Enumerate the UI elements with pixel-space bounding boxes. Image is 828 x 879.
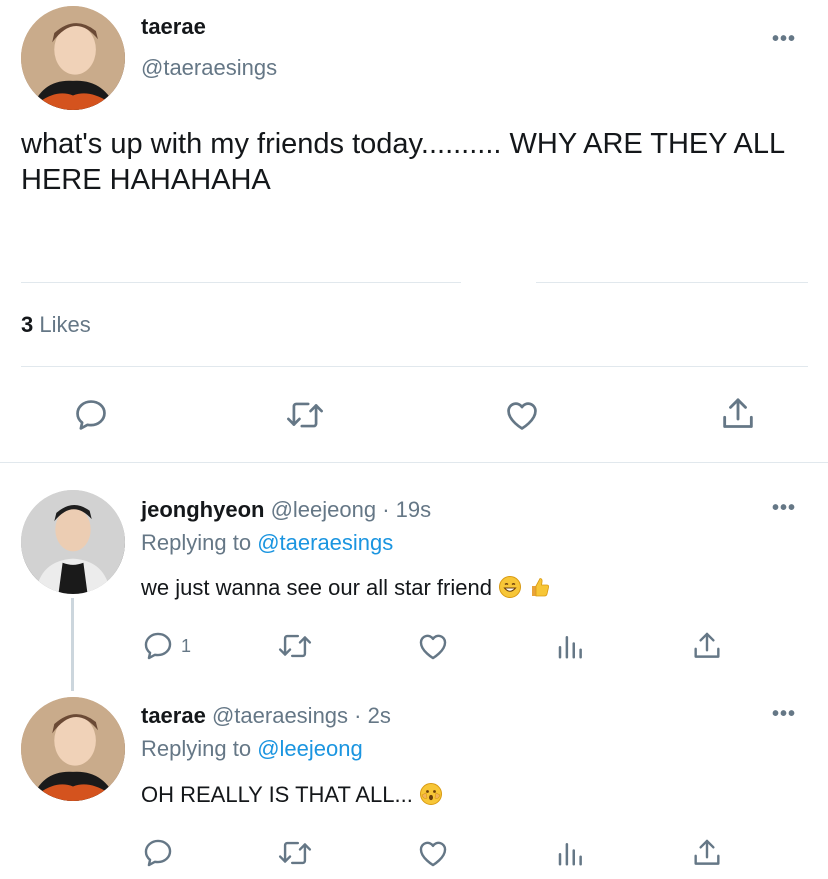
reply-icon — [144, 632, 172, 660]
likes-row[interactable]: 3 Likes — [21, 312, 91, 338]
share-button[interactable] — [690, 629, 724, 663]
reply-time: · 2s — [354, 703, 391, 728]
reply-author-handle[interactable]: @taeraesings — [212, 703, 348, 728]
like-icon — [419, 841, 447, 867]
analytics-button[interactable] — [555, 838, 585, 868]
reply-header[interactable]: jeonghyeon @leejeong · 19s — [141, 497, 431, 523]
author-avatar[interactable] — [21, 6, 125, 110]
thumbs-up-icon — [532, 578, 550, 597]
reply-avatar[interactable] — [21, 697, 125, 801]
retweet-button[interactable] — [284, 396, 326, 434]
avatar-image — [21, 697, 125, 801]
shocked-face-icon — [420, 783, 442, 805]
replying-to-prefix: Replying to — [141, 736, 252, 761]
reply-time: · 19s — [382, 497, 432, 522]
retweet-icon — [287, 402, 323, 428]
analytics-icon — [558, 636, 582, 659]
divider — [536, 282, 808, 283]
replying-to: Replying to @taeraesings — [141, 530, 393, 556]
like-icon — [419, 634, 447, 660]
replying-to-prefix: Replying to — [141, 530, 252, 555]
like-button[interactable] — [502, 396, 542, 434]
divider — [21, 366, 808, 367]
reply-avatar[interactable] — [21, 490, 125, 594]
more-icon[interactable]: ••• — [772, 703, 796, 726]
tweet-text: what's up with my friends today.........… — [21, 128, 785, 196]
reply-author-name[interactable]: jeonghyeon — [141, 497, 264, 522]
like-button[interactable] — [415, 836, 451, 870]
reply-text-body: we just wanna see our all star friend — [141, 575, 492, 600]
analytics-icon — [558, 843, 582, 866]
divider — [21, 282, 461, 283]
like-icon — [507, 402, 537, 430]
replying-to-link[interactable]: @leejeong — [257, 736, 363, 761]
reply-button[interactable] — [72, 396, 110, 434]
author-name[interactable]: taerae — [141, 14, 206, 40]
reply-button[interactable]: 1 — [141, 629, 191, 663]
likes-count: 3 — [21, 312, 34, 337]
reply-icon — [76, 400, 106, 430]
retweet-button[interactable] — [276, 836, 314, 870]
share-icon — [694, 839, 720, 865]
avatar-image — [21, 490, 125, 594]
share-button[interactable] — [718, 394, 758, 434]
reply-count: 1 — [181, 635, 192, 656]
analytics-button[interactable] — [555, 631, 585, 661]
share-icon — [723, 398, 753, 428]
reply-header[interactable]: taerae @taeraesings · 2s — [141, 703, 391, 729]
more-icon[interactable]: ••• — [772, 28, 796, 51]
like-button[interactable] — [415, 629, 451, 663]
reply-button[interactable] — [141, 836, 175, 870]
share-button[interactable] — [690, 836, 724, 870]
more-icon[interactable]: ••• — [772, 497, 796, 520]
divider — [0, 462, 828, 463]
share-icon — [694, 632, 720, 658]
reply-text-body: OH REALLY IS THAT ALL... — [141, 782, 413, 807]
retweet-icon — [278, 841, 312, 865]
replying-to: Replying to @leejeong — [141, 736, 363, 762]
reply-author-handle[interactable]: @leejeong — [271, 497, 377, 522]
reply-author-name[interactable]: taerae — [141, 703, 206, 728]
thread-connector — [71, 598, 74, 691]
retweet-icon — [278, 634, 312, 658]
likes-label: Likes — [39, 312, 91, 337]
reply-text: OH REALLY IS THAT ALL... — [141, 782, 443, 808]
reply-icon — [144, 839, 172, 867]
avatar-image — [21, 6, 125, 110]
author-handle[interactable]: @taeraesings — [141, 55, 277, 81]
replying-to-link[interactable]: @taeraesings — [257, 530, 393, 555]
retweet-button[interactable] — [276, 629, 314, 663]
grinning-face-icon — [499, 576, 522, 598]
reply-text: we just wanna see our all star friend — [141, 575, 552, 601]
